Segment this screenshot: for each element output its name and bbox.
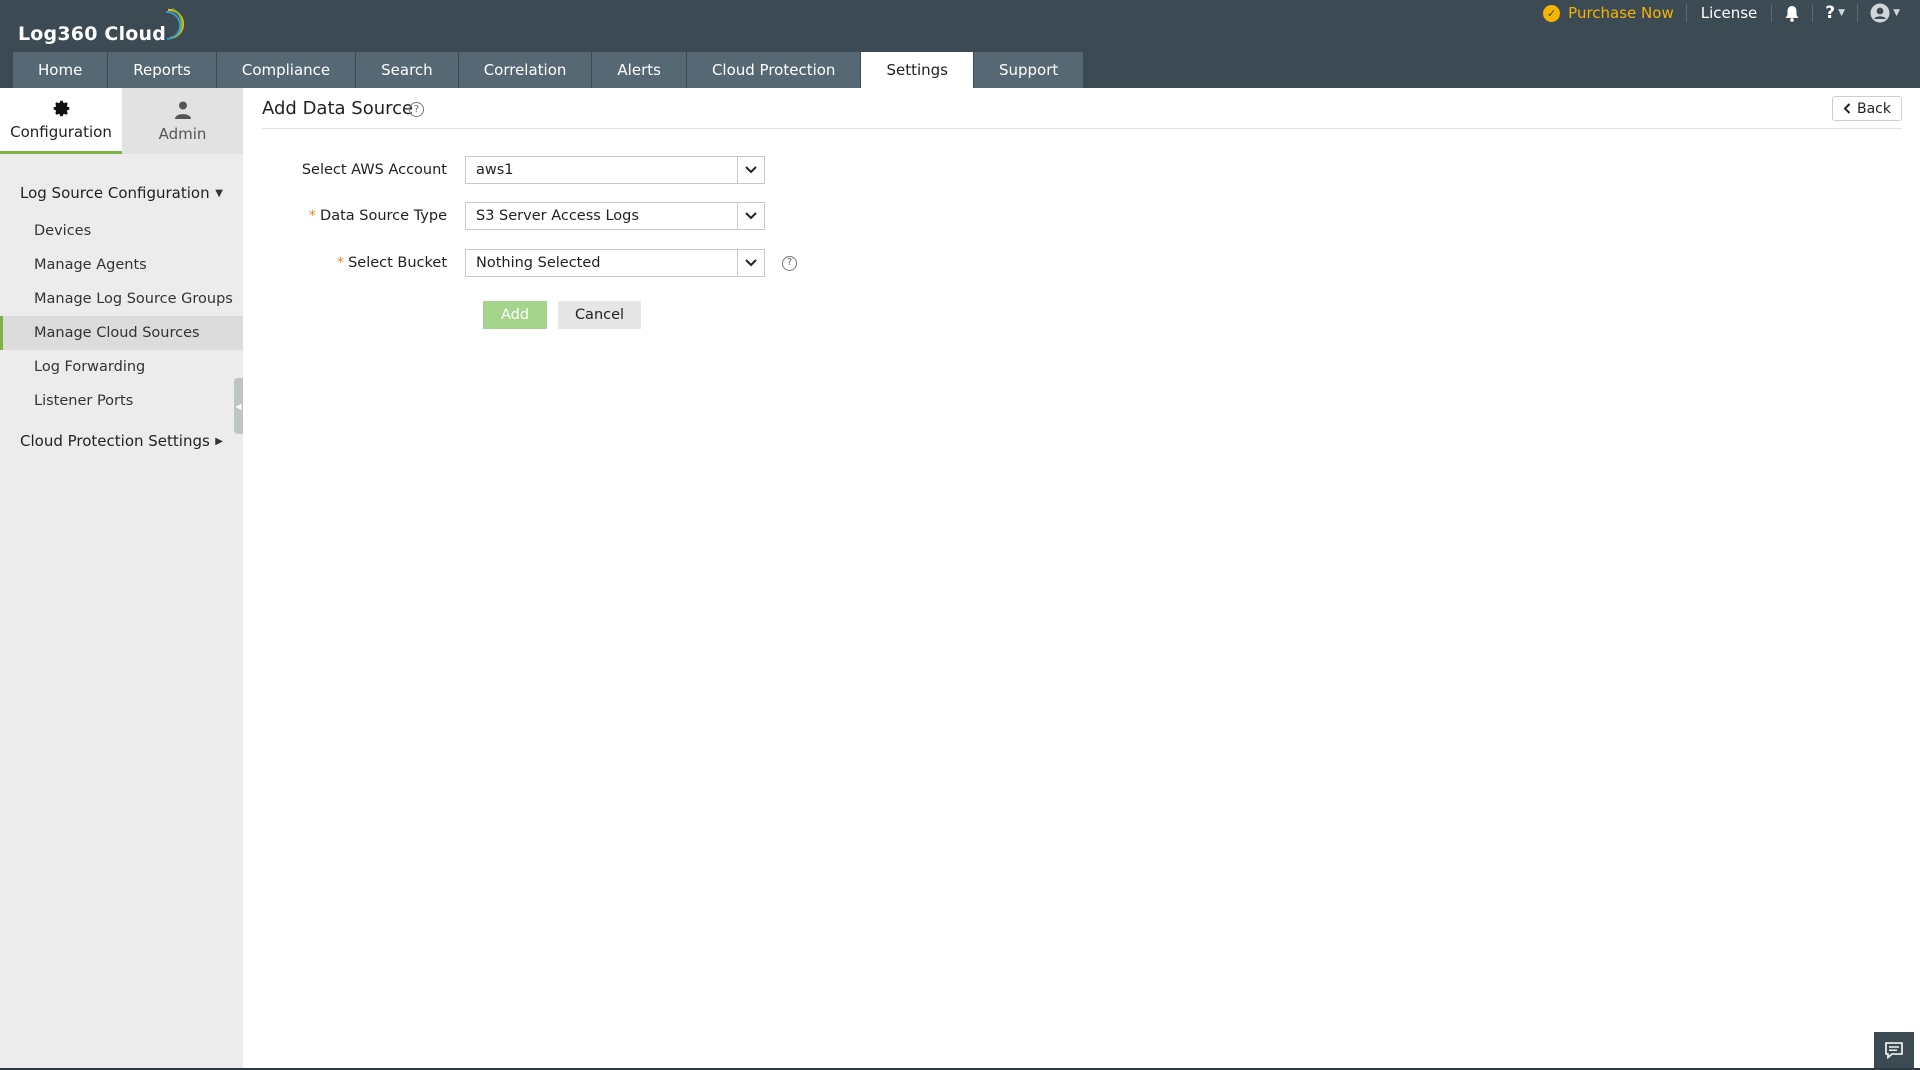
aws-account-dropdown-button[interactable]	[737, 157, 764, 183]
bucket-select[interactable]: Nothing Selected	[465, 249, 765, 277]
form-row-bucket: * Select Bucket Nothing Selected ?	[243, 249, 797, 277]
sidebar-item-manage-agents[interactable]: Manage Agents	[0, 248, 243, 282]
nav-tab-correlation[interactable]: Correlation	[458, 52, 592, 88]
data-source-type-dropdown-button[interactable]	[737, 203, 764, 229]
page-title: Add Data Source	[262, 98, 414, 119]
sidebar-collapse-handle[interactable]: ◀	[234, 378, 243, 434]
caret-down-icon: ▼	[215, 187, 223, 199]
top-header: Log360 Cloud ✓ Purchase Now License ? ▼	[0, 0, 1920, 88]
chevron-down-icon	[745, 259, 757, 267]
caret-right-icon: ▶	[215, 435, 223, 447]
page-header: Add Data Source ? Back	[262, 88, 1902, 129]
nav-tab-support[interactable]: Support	[973, 52, 1084, 88]
logo-text: Log360 Cloud	[18, 23, 167, 45]
nav-tab-search[interactable]: Search	[356, 52, 458, 88]
nav-tab-cloud-protection[interactable]: Cloud Protection	[686, 52, 861, 88]
bucket-label-text: Select Bucket	[348, 255, 447, 271]
back-button[interactable]: Back	[1832, 96, 1902, 121]
sidebar-item-manage-log-source-groups[interactable]: Manage Log Source Groups	[0, 282, 243, 316]
chevron-down-icon	[745, 212, 757, 220]
bell-icon	[1785, 5, 1799, 22]
sidebar-tab-configuration[interactable]: Configuration	[0, 88, 122, 154]
chat-icon	[1885, 1042, 1903, 1059]
bucket-value: Nothing Selected	[476, 255, 601, 271]
sidebar-tab-label: Admin	[158, 124, 207, 143]
aws-account-label-text: Select AWS Account	[301, 162, 447, 178]
data-source-type-value: S3 Server Access Logs	[476, 208, 639, 224]
sidebar: Configuration Admin Log Source Configura…	[0, 88, 243, 1070]
aws-account-select[interactable]: aws1	[465, 156, 765, 184]
required-mark: *	[336, 255, 345, 271]
sidebar-tab-admin[interactable]: Admin	[122, 88, 243, 154]
sidebar-tab-label: Configuration	[10, 122, 112, 141]
caret-down-icon: ▼	[1838, 8, 1846, 18]
sidebar-group-log-source-configuration[interactable]: Log Source Configuration ▼	[0, 178, 243, 208]
nav-tab-settings[interactable]: Settings	[861, 52, 973, 88]
data-source-type-label-text: Data Source Type	[320, 208, 447, 224]
gear-icon	[53, 100, 69, 116]
help-icon[interactable]: ?	[409, 102, 424, 117]
form-row-aws-account: Select AWS Account aws1	[243, 156, 765, 184]
nav-tab-home[interactable]: Home	[13, 52, 108, 88]
cancel-button[interactable]: Cancel	[558, 301, 641, 329]
sidebar-item-listener-ports[interactable]: Listener Ports	[0, 384, 243, 418]
bucket-dropdown-button[interactable]	[737, 250, 764, 276]
required-mark: *	[308, 208, 317, 224]
main-nav: Home Reports Compliance Search Correlati…	[13, 52, 1084, 88]
question-icon: ?	[1825, 3, 1836, 23]
chevron-down-icon	[745, 166, 757, 174]
app-logo[interactable]: Log360 Cloud	[18, 8, 185, 46]
purchase-now-label: Purchase Now	[1568, 4, 1674, 22]
data-source-type-label: * Data Source Type	[243, 208, 465, 224]
sidebar-group-label: Cloud Protection Settings	[20, 432, 210, 450]
user-menu-button[interactable]: ▼	[1858, 3, 1900, 23]
nav-tab-alerts[interactable]: Alerts	[592, 52, 686, 88]
form-row-data-source-type: * Data Source Type S3 Server Access Logs	[243, 202, 765, 230]
user-icon	[174, 101, 191, 119]
sidebar-group-cloud-protection-settings[interactable]: Cloud Protection Settings ▶	[0, 426, 243, 456]
logo-swoosh-icon	[166, 8, 185, 40]
data-source-type-select[interactable]: S3 Server Access Logs	[465, 202, 765, 230]
back-button-label: Back	[1857, 100, 1891, 117]
sidebar-item-log-forwarding[interactable]: Log Forwarding	[0, 350, 243, 384]
license-link[interactable]: License	[1687, 4, 1773, 22]
add-button[interactable]: Add	[483, 301, 547, 329]
sidebar-item-manage-cloud-sources[interactable]: Manage Cloud Sources	[0, 316, 243, 350]
purchase-now-link[interactable]: ✓ Purchase Now	[1543, 4, 1687, 22]
sidebar-item-devices[interactable]: Devices	[0, 214, 243, 248]
sidebar-tabs: Configuration Admin	[0, 88, 243, 154]
caret-down-icon: ▼	[1893, 8, 1900, 18]
aws-account-label: Select AWS Account	[243, 162, 465, 178]
cart-icon: ✓	[1543, 4, 1561, 22]
sidebar-group-label: Log Source Configuration	[20, 184, 210, 202]
bucket-help-icon[interactable]: ?	[782, 255, 797, 271]
sidebar-items: Devices Manage Agents Manage Log Source …	[0, 214, 243, 418]
user-avatar-icon	[1870, 3, 1890, 23]
nav-tab-reports[interactable]: Reports	[108, 52, 216, 88]
chevron-left-icon	[1843, 103, 1851, 114]
notifications-button[interactable]	[1772, 4, 1814, 22]
utility-bar: ✓ Purchase Now License ? ▼ ▼	[1543, 0, 1900, 26]
bucket-label: * Select Bucket	[243, 255, 465, 271]
aws-account-value: aws1	[476, 162, 514, 178]
nav-tab-compliance[interactable]: Compliance	[216, 52, 356, 88]
help-menu-button[interactable]: ? ▼	[1813, 3, 1859, 23]
chat-button[interactable]	[1874, 1032, 1914, 1068]
main-content: Add Data Source ? Back Select AWS Accoun…	[243, 88, 1920, 1070]
